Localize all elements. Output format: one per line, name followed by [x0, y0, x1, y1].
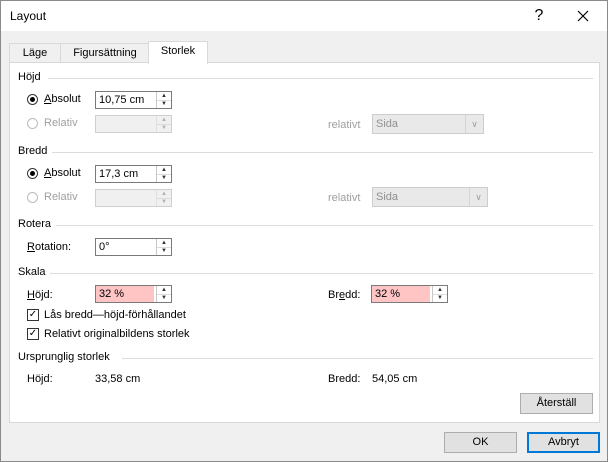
- checkmark-icon: ✓: [28, 309, 38, 320]
- height-section-divider: [48, 78, 593, 79]
- relative-original-label: Relativt originalbildens storlek: [44, 328, 190, 340]
- original-width-value: 54,05 cm: [372, 373, 418, 385]
- lock-aspect-label: Lås bredd—höjd-förhållandet: [44, 309, 186, 321]
- width-absolute-value: 17,3 cm: [99, 168, 139, 180]
- width-relative-to-select[interactable]: Sida ∨: [372, 187, 488, 207]
- scale-height-value: 32 %: [96, 286, 154, 302]
- rotate-section-label: Rotera: [18, 218, 52, 230]
- height-absolute-value: 10,75 cm: [99, 94, 145, 106]
- width-relative-label: Relativ: [44, 191, 78, 203]
- scale-section-divider: [50, 273, 593, 274]
- spin-down-icon[interactable]: ▼: [157, 198, 171, 206]
- height-relative-label: Relativ: [44, 117, 78, 129]
- layout-dialog: Layout ? Läge Figursättning Storlek Höjd…: [0, 0, 608, 462]
- height-relative-radio[interactable]: [27, 118, 38, 129]
- close-button[interactable]: [561, 1, 605, 31]
- spin-down-icon[interactable]: ▼: [433, 294, 447, 302]
- rotation-label: Rotation:: [27, 241, 72, 253]
- spin-down-icon[interactable]: ▼: [157, 100, 171, 108]
- original-width-label: Bredd:: [328, 373, 361, 385]
- width-relative-spinner[interactable]: ▲ ▼: [95, 189, 172, 207]
- width-section-label: Bredd: [18, 145, 48, 157]
- chevron-down-icon: ∨: [465, 115, 483, 133]
- title-bar: Layout ?: [1, 1, 607, 31]
- scale-height-spinner[interactable]: 32 % ▲ ▼: [95, 285, 172, 303]
- rotation-spinner[interactable]: 0° ▲ ▼: [95, 238, 172, 256]
- relative-original-checkbox[interactable]: ✓: [27, 328, 39, 340]
- size-tab-panel: Höjd Absolut 10,75 cm ▲ ▼ Relativ ▲ ▼ rela…: [9, 62, 600, 423]
- height-relative-to-label: relativt: [328, 119, 361, 131]
- scale-width-spinner[interactable]: 32 % ▲ ▼: [371, 285, 448, 303]
- tab-lage[interactable]: Läge: [9, 43, 61, 63]
- height-section-label: Höjd: [18, 71, 41, 83]
- original-height-label: Höjd:: [27, 373, 53, 385]
- original-size-section-label: Ursprunglig storlek: [18, 351, 110, 363]
- width-absolute-radio[interactable]: [27, 168, 38, 179]
- height-absolute-spinner[interactable]: 10,75 cm ▲ ▼: [95, 91, 172, 109]
- rotate-section-divider: [56, 225, 593, 226]
- scale-section-label: Skala: [18, 266, 46, 278]
- tab-strip: Läge Figursättning Storlek: [9, 41, 599, 64]
- scale-width-label: Bredd:: [328, 289, 361, 301]
- tab-storlek[interactable]: Storlek: [148, 41, 208, 64]
- spin-down-icon[interactable]: ▼: [157, 124, 171, 132]
- chevron-down-icon: ∨: [469, 188, 487, 206]
- scale-height-label: Höjd:: [27, 289, 53, 301]
- width-absolute-spinner[interactable]: 17,3 cm ▲ ▼: [95, 165, 172, 183]
- tab-figursattning[interactable]: Figursättning: [60, 43, 150, 63]
- width-relative-to-label: relativt: [328, 192, 361, 204]
- spin-down-icon[interactable]: ▼: [157, 294, 171, 302]
- height-relative-spinner[interactable]: ▲ ▼: [95, 115, 172, 133]
- checkmark-icon: ✓: [28, 328, 38, 339]
- rotation-value: 0°: [99, 241, 110, 253]
- width-relative-radio[interactable]: [27, 192, 38, 203]
- height-relative-to-select[interactable]: Sida ∨: [372, 114, 484, 134]
- width-section-divider: [52, 152, 593, 153]
- width-relative-to-value: Sida: [376, 191, 399, 203]
- width-absolute-label: Absolut: [44, 167, 81, 179]
- height-relative-to-value: Sida: [376, 118, 399, 130]
- scale-width-value: 32 %: [372, 286, 430, 302]
- lock-aspect-checkbox[interactable]: ✓: [27, 309, 39, 321]
- spin-down-icon[interactable]: ▼: [157, 247, 171, 255]
- ok-button[interactable]: OK: [444, 432, 517, 453]
- original-size-section-divider: [122, 358, 593, 359]
- height-absolute-label-rest: bsolut: [51, 93, 81, 105]
- height-absolute-label: Absolut: [44, 93, 81, 105]
- reset-button[interactable]: Återställ: [520, 393, 593, 414]
- cancel-button[interactable]: Avbryt: [527, 432, 600, 453]
- close-icon: [577, 10, 589, 22]
- dialog-title: Layout: [10, 9, 47, 23]
- spin-down-icon[interactable]: ▼: [157, 174, 171, 182]
- height-absolute-radio[interactable]: [27, 94, 38, 105]
- original-height-value: 33,58 cm: [95, 373, 141, 385]
- help-button[interactable]: ?: [517, 1, 561, 31]
